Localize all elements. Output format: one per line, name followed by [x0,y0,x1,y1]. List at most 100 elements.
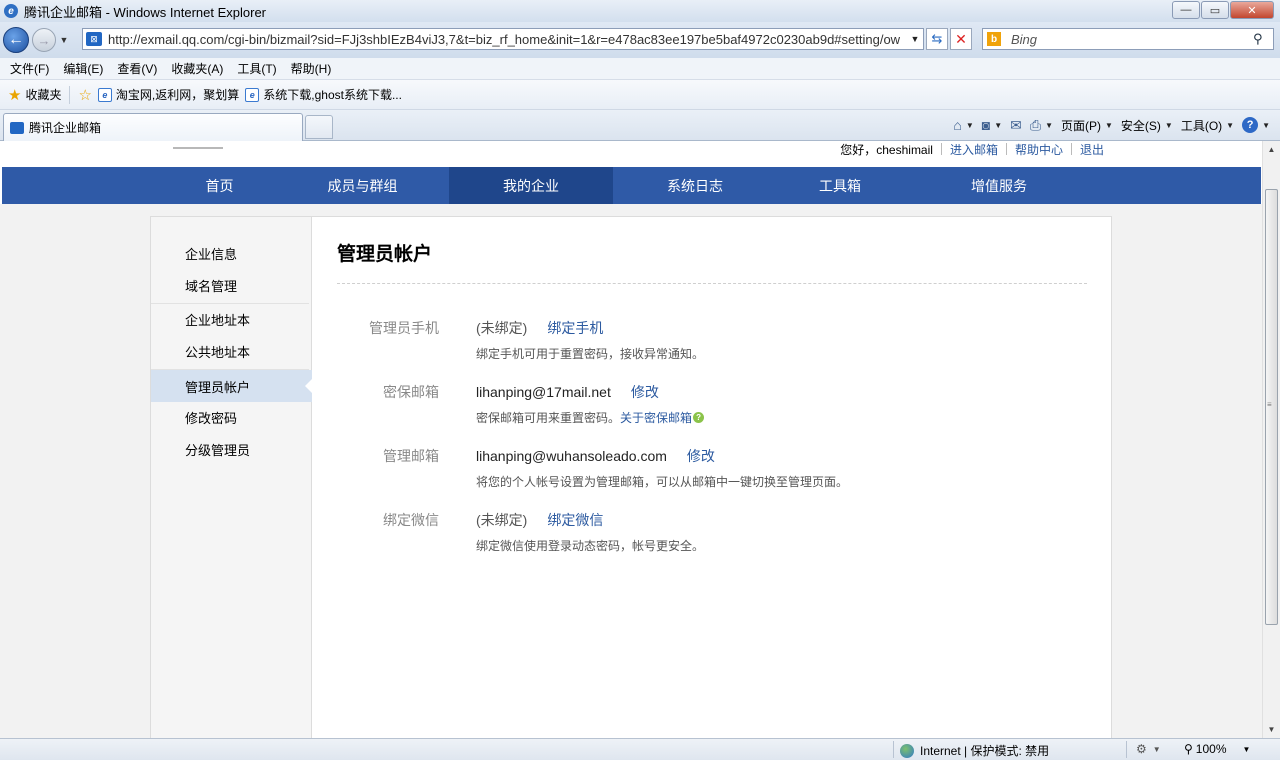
new-tab-button[interactable] [305,115,333,139]
safety-menu-label: 安全(S) [1120,118,1161,133]
help-menu[interactable]: ? ▼ [1242,117,1270,133]
favorites-star-icon[interactable]: ★ [8,86,21,104]
admin-phone-note: 绑定手机可用于重置密码，接收异常通知。 [476,345,704,362]
admin-email-label: 管理邮箱 [383,448,439,464]
address-toolbar: ← → ▼ ⊠ http://exmail.qq.com/cgi-bin/biz… [0,22,1280,58]
sidebar-item-change-password[interactable]: 修改密码 [151,401,312,433]
nav-members[interactable]: 成员与群组 [285,167,440,204]
window-titlebar: e 腾讯企业邮箱 - Windows Internet Explorer — ▭… [0,0,1280,22]
sidebar-item-admin-account[interactable]: 管理员帐户 [151,370,313,402]
address-field[interactable]: ⊠ http://exmail.qq.com/cgi-bin/bizmail?s… [82,28,924,50]
about-security-email-link[interactable]: 关于密保邮箱 [620,409,692,426]
print-button[interactable]: ⎙ ▼ [1030,117,1053,134]
security-email-label: 密保邮箱 [383,384,439,400]
bind-wechat-link[interactable]: 绑定微信 [547,510,603,530]
sidebar-item-company-info[interactable]: 企业信息 [151,237,312,269]
forward-button[interactable]: → [32,28,56,52]
search-placeholder[interactable]: Bing [1011,32,1253,47]
scroll-up-icon[interactable]: ▲ [1263,141,1280,158]
userbar-divider [940,143,942,155]
stop-button[interactable]: ✕ [950,28,972,50]
home-button[interactable]: ⌂ ▼ [953,117,973,133]
admin-email-note: 将您的个人帐号设置为管理邮箱，可以从邮箱中一键切换至管理页面。 [476,473,848,490]
menu-favorites[interactable]: 收藏夹(A) [171,60,223,77]
page-header: 您好，cheshimail 进入邮箱 帮助中心 退出 [0,141,1262,167]
nav-toolbox[interactable]: 工具箱 [765,167,915,204]
menu-bar: 文件(F) 编辑(E) 查看(V) 收藏夹(A) 工具(T) 帮助(H) [0,58,1280,80]
add-favorite-icon[interactable]: ☆ [78,86,91,104]
edit-admin-email-link[interactable]: 修改 [687,446,715,466]
bind-phone-link[interactable]: 绑定手机 [547,318,603,338]
scroll-grip-icon: ≡ [1267,400,1272,409]
sidebar-item-company-addressbook[interactable]: 企业地址本 [151,303,312,335]
nav-value-added[interactable]: 增值服务 [917,167,1081,204]
help-center-link[interactable]: 帮助中心 [1015,141,1063,158]
menu-view[interactable]: 查看(V) [117,60,157,77]
nav-system-log[interactable]: 系统日志 [613,167,777,204]
favorites-button[interactable]: 收藏夹 [25,86,61,103]
command-bar: ⌂ ▼ ◙ ▼ ✉ ⎙ ▼ 页面(P) ▼ 安全(S) ▼ 工具(O) ▼ ? ▼ [945,113,1270,137]
favorites-bar: ★ 收藏夹 ☆ e 淘宝网,返利网，聚划算 e 系统下载,ghost系统下载..… [0,80,1280,110]
sidebar-item-public-addressbook[interactable]: 公共地址本 [151,335,312,367]
tools-menu-label: 工具(O) [1180,118,1223,133]
nav-my-company[interactable]: 我的企业 [449,167,613,204]
enter-mail-link[interactable]: 进入邮箱 [950,141,998,158]
search-icon[interactable]: ⚲ [1253,31,1273,47]
addon-status[interactable]: ⚙ ▼ [1136,742,1161,756]
logout-link[interactable]: 退出 [1080,141,1104,158]
chevron-down-icon: ▼ [1262,120,1270,130]
menu-edit[interactable]: 编辑(E) [63,60,103,77]
wechat-label: 绑定微信 [383,512,439,528]
site-favicon-icon [10,121,24,134]
safety-menu[interactable]: 安全(S) ▼ [1121,117,1173,134]
refresh-button[interactable]: ⇆ [926,28,948,50]
settings-sidebar: 企业信息 域名管理 企业地址本 公共地址本 管理员帐户 修改密码 分级管理员 [151,217,313,738]
close-button[interactable]: ✕ [1230,1,1274,19]
admin-phone-label: 管理员手机 [369,320,439,336]
address-url[interactable]: http://exmail.qq.com/cgi-bin/bizmail?sid… [108,32,908,47]
maximize-button[interactable]: ▭ [1201,1,1229,19]
sidebar-item-sub-admin[interactable]: 分级管理员 [151,433,312,465]
userbar-divider [1005,143,1007,155]
favorite-link-xitong[interactable]: 系统下载,ghost系统下载... [263,86,402,103]
logo-mark [173,141,223,149]
main-nav: 首页 成员与群组 我的企业 系统日志 工具箱 增值服务 [2,167,1261,204]
page-menu-label: 页面(P) [1060,118,1101,133]
ie-logo-icon: e [4,4,18,18]
edit-security-email-link[interactable]: 修改 [631,382,659,402]
company-logo [153,141,241,159]
menu-help[interactable]: 帮助(H) [291,60,332,77]
history-dropdown-icon[interactable]: ▼ [58,35,70,45]
menu-file[interactable]: 文件(F) [10,60,49,77]
security-email-note: 密保邮箱可用来重置密码。 关于密保邮箱 ? [476,409,705,426]
help-question-icon[interactable]: ? [693,412,705,423]
back-button[interactable]: ← [3,27,29,53]
address-dropdown-icon[interactable]: ▼ [908,34,922,44]
gear-icon: ⚙ [1136,742,1147,756]
status-bar: Internet | 保护模式: 禁用 ⚙ ▼ ⚲ 100% ▼ [0,738,1280,760]
printer-icon: ⎙ [1029,116,1042,133]
feeds-button[interactable]: ◙ ▼ [982,117,1002,133]
read-mail-button[interactable]: ✉ [1010,117,1022,134]
search-field[interactable]: b Bing ⚲ [982,28,1274,50]
scroll-down-icon[interactable]: ▼ [1263,721,1280,738]
sidebar-item-domain[interactable]: 域名管理 [151,269,312,301]
page-menu[interactable]: 页面(P) ▼ [1061,117,1113,134]
chevron-down-icon: ▼ [1242,744,1251,754]
minimize-button[interactable]: — [1172,1,1200,19]
menu-tools[interactable]: 工具(T) [237,60,276,77]
title-divider [337,283,1087,284]
wechat-note-text: 绑定微信使用登录动态密码，帐号更安全。 [476,539,705,553]
tab-exmail[interactable]: 腾讯企业邮箱 [3,113,303,141]
user-bar: 您好，cheshimail 进入邮箱 帮助中心 退出 [840,141,1104,157]
favorite-link-taobao[interactable]: 淘宝网,返利网，聚划算 [116,86,239,103]
zoom-control[interactable]: ⚲ 100% ▼ [1184,742,1250,756]
nav-home[interactable]: 首页 [142,167,297,204]
chevron-down-icon: ▼ [994,120,1003,130]
admin-email-value: lihanping@wuhansoleado.com 修改 [476,446,715,466]
chevron-down-icon: ▼ [1152,744,1161,754]
page-scrollbar[interactable]: ▲ ≡ ▼ [1262,141,1280,738]
tools-menu[interactable]: 工具(O) ▼ [1181,117,1234,134]
security-zone[interactable]: Internet | 保护模式: 禁用 [900,742,1049,759]
page-title: 管理员帐户 [337,244,433,265]
